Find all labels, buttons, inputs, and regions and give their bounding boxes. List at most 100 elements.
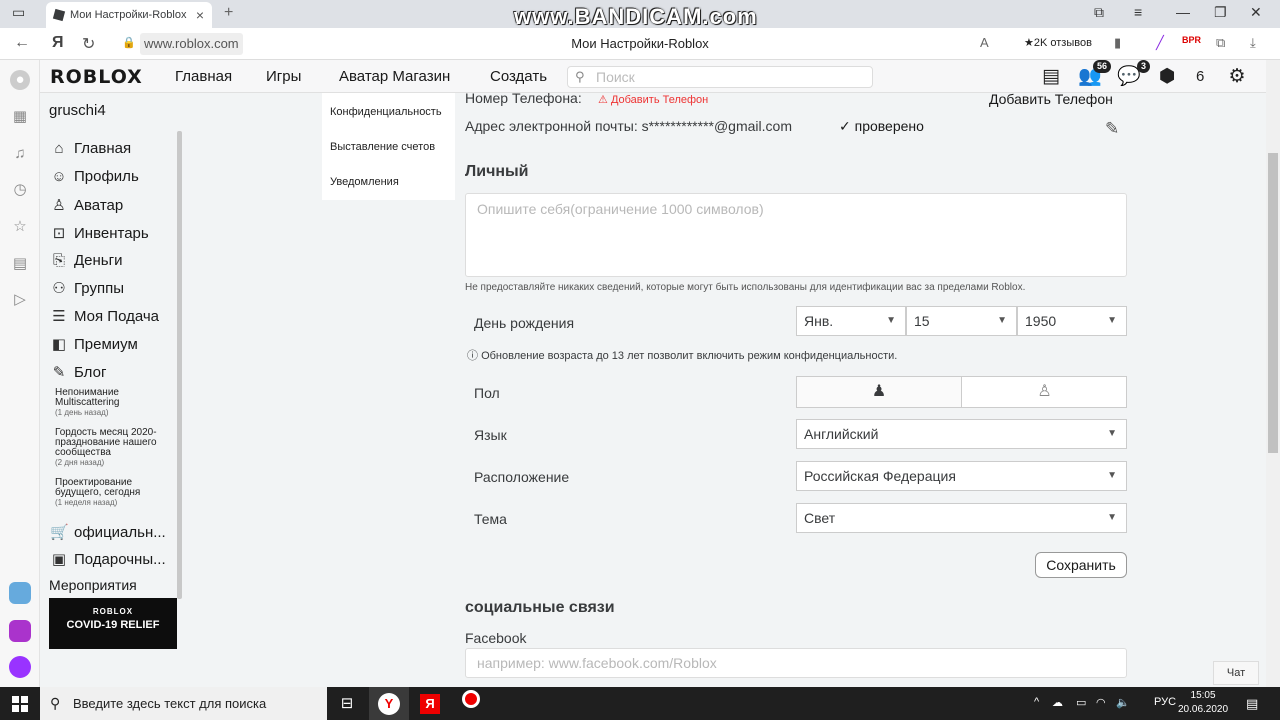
- task-view-icon[interactable]: ⊟: [327, 687, 367, 720]
- gender-male-option[interactable]: ♟: [797, 377, 962, 407]
- left-nav-groups[interactable]: ⚇ Группы: [50, 279, 124, 298]
- messenger-app-icon[interactable]: [9, 582, 31, 604]
- wifi-icon[interactable]: ◠: [1096, 696, 1106, 709]
- collections-icon[interactable]: ⧉: [1216, 35, 1225, 51]
- url-field[interactable]: www.roblox.com: [140, 33, 243, 55]
- left-nav-avatar[interactable]: ♙ Аватар: [50, 196, 123, 215]
- nav-link-games[interactable]: Игры: [266, 68, 301, 85]
- left-nav-money[interactable]: ⎘ Деньги: [50, 252, 122, 269]
- chat-button[interactable]: Чат: [1213, 661, 1259, 685]
- add-phone-button[interactable]: Добавить Телефон: [989, 91, 1113, 107]
- left-nav-inventory[interactable]: ⊡ Инвентарь: [50, 224, 149, 243]
- left-nav-profile[interactable]: ☺ Профиль: [50, 168, 138, 185]
- restore-icon[interactable]: ❐: [1214, 4, 1227, 21]
- bookmark-flag-icon[interactable]: ▮: [1114, 35, 1121, 51]
- blog-post[interactable]: Непонимание Multiscattering (1 день наза…: [55, 388, 175, 418]
- username[interactable]: gruschi4: [49, 102, 106, 119]
- left-nav-premium[interactable]: ◧ Премиум: [50, 335, 138, 354]
- left-nav-gift-cards[interactable]: ▣ Подарочны...: [50, 550, 166, 569]
- nav-link-home[interactable]: Главная: [175, 68, 232, 85]
- friends-icon[interactable]: 👥 56: [1077, 60, 1111, 90]
- favorites-icon[interactable]: ☆: [10, 217, 30, 237]
- nav-link-avatar-shop[interactable]: Аватар Магазин: [339, 68, 450, 85]
- notification-center-icon[interactable]: ▤: [1246, 696, 1258, 712]
- theme-select[interactable]: Свет ▼: [796, 503, 1127, 533]
- page-scrollbar[interactable]: [1266, 60, 1280, 687]
- blog-post[interactable]: Гордость месяц 2020-празднование нашего …: [55, 428, 175, 468]
- about-textarea[interactable]: Опишите себя(ограничение 1000 символов): [465, 193, 1127, 277]
- birth-day-select[interactable]: 15 ▼: [906, 306, 1017, 336]
- covid-relief-banner[interactable]: ROBLOX COVID-19 RELIEF: [49, 598, 177, 649]
- yandex-icon[interactable]: Я: [52, 34, 64, 52]
- back-icon[interactable]: ←: [14, 34, 30, 52]
- settings-gear-icon[interactable]: ⚙: [1224, 64, 1250, 90]
- tab-billing[interactable]: Выставление счетов: [330, 141, 435, 153]
- tab-notifications[interactable]: Уведомления: [330, 176, 399, 188]
- robux-icon[interactable]: ⬢: [1154, 64, 1180, 90]
- tray-up-arrow-icon[interactable]: ^: [1034, 696, 1039, 708]
- music-app-icon[interactable]: [9, 620, 31, 642]
- language-select[interactable]: Английский ▼: [796, 419, 1127, 449]
- yandex-browser-taskbar-icon[interactable]: Y: [369, 687, 409, 720]
- network-icon[interactable]: ▭: [1076, 696, 1086, 709]
- tab-privacy[interactable]: Конфиденциальность: [330, 106, 442, 118]
- help-icon[interactable]: ⓘ: [467, 350, 478, 362]
- watermark: www.BANDICAM.com: [514, 4, 758, 29]
- chevron-down-icon: ▼: [997, 315, 1007, 326]
- collections-sidebar-icon[interactable]: ▤: [10, 254, 30, 274]
- browser-tab[interactable]: Мои Настройки-Roblox ×: [46, 2, 212, 28]
- blog-icon: ✎: [52, 364, 66, 381]
- save-button[interactable]: Сохранить: [1035, 552, 1127, 578]
- minimize-icon[interactable]: —: [1176, 4, 1190, 20]
- language-indicator[interactable]: РУС: [1154, 696, 1176, 708]
- search-input[interactable]: ⚲ Поиск: [567, 66, 873, 88]
- reload-icon[interactable]: ↻: [82, 34, 95, 54]
- messages-icon[interactable]: 💬 3: [1116, 60, 1150, 90]
- menu-icon[interactable]: ≡: [1134, 4, 1142, 20]
- close-tab-icon[interactable]: ×: [196, 7, 204, 23]
- translate-icon[interactable]: A: [980, 35, 989, 50]
- left-nav-home[interactable]: ⌂ Главная: [50, 140, 131, 157]
- left-nav-official-store[interactable]: 🛒 официальн...: [50, 523, 166, 542]
- roblox-logo[interactable]: ROBLOX: [50, 66, 143, 88]
- location-select[interactable]: Российская Федерация ▼: [796, 461, 1127, 491]
- birth-year-select[interactable]: 1950 ▼: [1017, 306, 1127, 336]
- add-phone-warning-link[interactable]: ⚠ Добавить Телефон: [598, 93, 708, 106]
- page-scrollbar-thumb[interactable]: [1268, 153, 1278, 453]
- windows-start-icon[interactable]: [12, 696, 28, 712]
- chevron-down-icon: ▼: [1107, 315, 1117, 326]
- bookmark-icon[interactable]: ⧉: [1094, 4, 1104, 21]
- taskbar-clock[interactable]: 15:05 20.06.2020: [1178, 689, 1228, 717]
- friends-badge: 56: [1092, 60, 1111, 73]
- facebook-input[interactable]: например: www.facebook.com/Roblox: [465, 648, 1127, 678]
- yandex-taskbar-icon[interactable]: Я: [410, 687, 450, 720]
- video-icon[interactable]: ▷: [10, 290, 30, 310]
- extension-pen-icon[interactable]: ╱: [1156, 35, 1164, 51]
- nav-link-create[interactable]: Создать: [490, 68, 547, 85]
- close-window-icon[interactable]: ✕: [1250, 4, 1262, 21]
- feed-icon[interactable]: ▤: [1038, 64, 1064, 90]
- alice-app-icon[interactable]: [9, 656, 31, 678]
- reviews-badge[interactable]: ★2K отзывов: [1020, 32, 1096, 54]
- blog-post[interactable]: Проектирование будущего, сегодня (1 неде…: [55, 478, 175, 508]
- extension-bpr-icon[interactable]: BPR: [1182, 35, 1201, 45]
- left-nav-my-feed[interactable]: ☰ Моя Подача: [50, 307, 159, 326]
- left-nav-blog[interactable]: ✎ Блог: [50, 363, 107, 382]
- download-icon[interactable]: ⤓: [1250, 35, 1256, 51]
- birth-month-select[interactable]: Янв. ▼: [796, 306, 906, 336]
- notifications-icon[interactable]: ♫: [10, 144, 30, 164]
- profile-icon[interactable]: ●: [10, 70, 30, 90]
- bandicam-taskbar-icon[interactable]: [451, 687, 491, 720]
- new-tab-icon[interactable]: +: [224, 4, 233, 22]
- left-nav-scrollbar[interactable]: [177, 131, 182, 599]
- volume-icon[interactable]: 🔈: [1116, 696, 1130, 709]
- warning-icon: ⚠: [598, 94, 608, 106]
- edit-email-icon[interactable]: ✎: [1105, 119, 1119, 139]
- female-icon: ♙: [1037, 383, 1052, 400]
- tabs-panel-icon[interactable]: ▭: [12, 4, 25, 21]
- gender-female-option[interactable]: ♙: [962, 377, 1127, 407]
- onedrive-icon[interactable]: ☁: [1052, 696, 1063, 709]
- services-icon[interactable]: ▦: [10, 107, 30, 127]
- taskbar-search-input[interactable]: ⚲ Введите здесь текст для поиска: [40, 687, 327, 720]
- history-icon[interactable]: ◷: [10, 180, 30, 200]
